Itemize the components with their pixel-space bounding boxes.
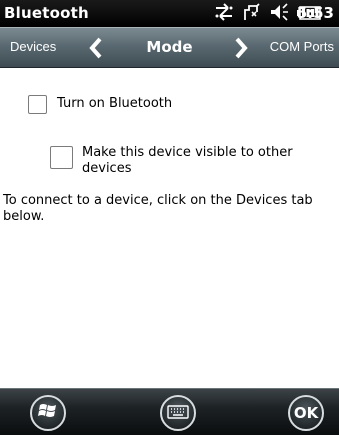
windows-start-icon <box>38 401 58 425</box>
status-title: Bluetooth <box>4 4 89 22</box>
bottom-menu-bar: OK <box>0 388 339 435</box>
status-bar: Bluetooth 5:53 <box>0 0 339 27</box>
mode-content: Turn on Bluetooth Make this device visib… <box>0 68 339 388</box>
visible-device-label[interactable]: Make this device visible to other device… <box>82 145 322 177</box>
ok-button-label: OK <box>293 404 319 422</box>
keyboard-icon <box>167 404 189 423</box>
turn-on-bluetooth-label[interactable]: Turn on Bluetooth <box>57 96 172 111</box>
connect-info-text: To connect to a device, click on the Dev… <box>3 193 313 224</box>
keyboard-button[interactable] <box>160 395 196 431</box>
tab-strip: Devices Mode COM Ports <box>0 27 339 68</box>
tab-com-ports[interactable]: COM Ports <box>270 39 334 54</box>
bluetooth-mode-screen: Bluetooth 5:53 Devices Mode COM Ports Tu… <box>0 0 339 435</box>
chevron-right-icon[interactable] <box>234 37 248 63</box>
signal-icon[interactable] <box>243 2 261 26</box>
start-button[interactable] <box>30 395 66 431</box>
turn-on-bluetooth-checkbox[interactable] <box>28 95 47 114</box>
visible-device-checkbox[interactable] <box>50 146 73 169</box>
ok-button[interactable]: OK <box>288 395 324 431</box>
volume-icon[interactable] <box>269 2 289 26</box>
status-time[interactable]: 5:53 <box>297 4 334 22</box>
connectivity-icon[interactable] <box>213 2 235 26</box>
